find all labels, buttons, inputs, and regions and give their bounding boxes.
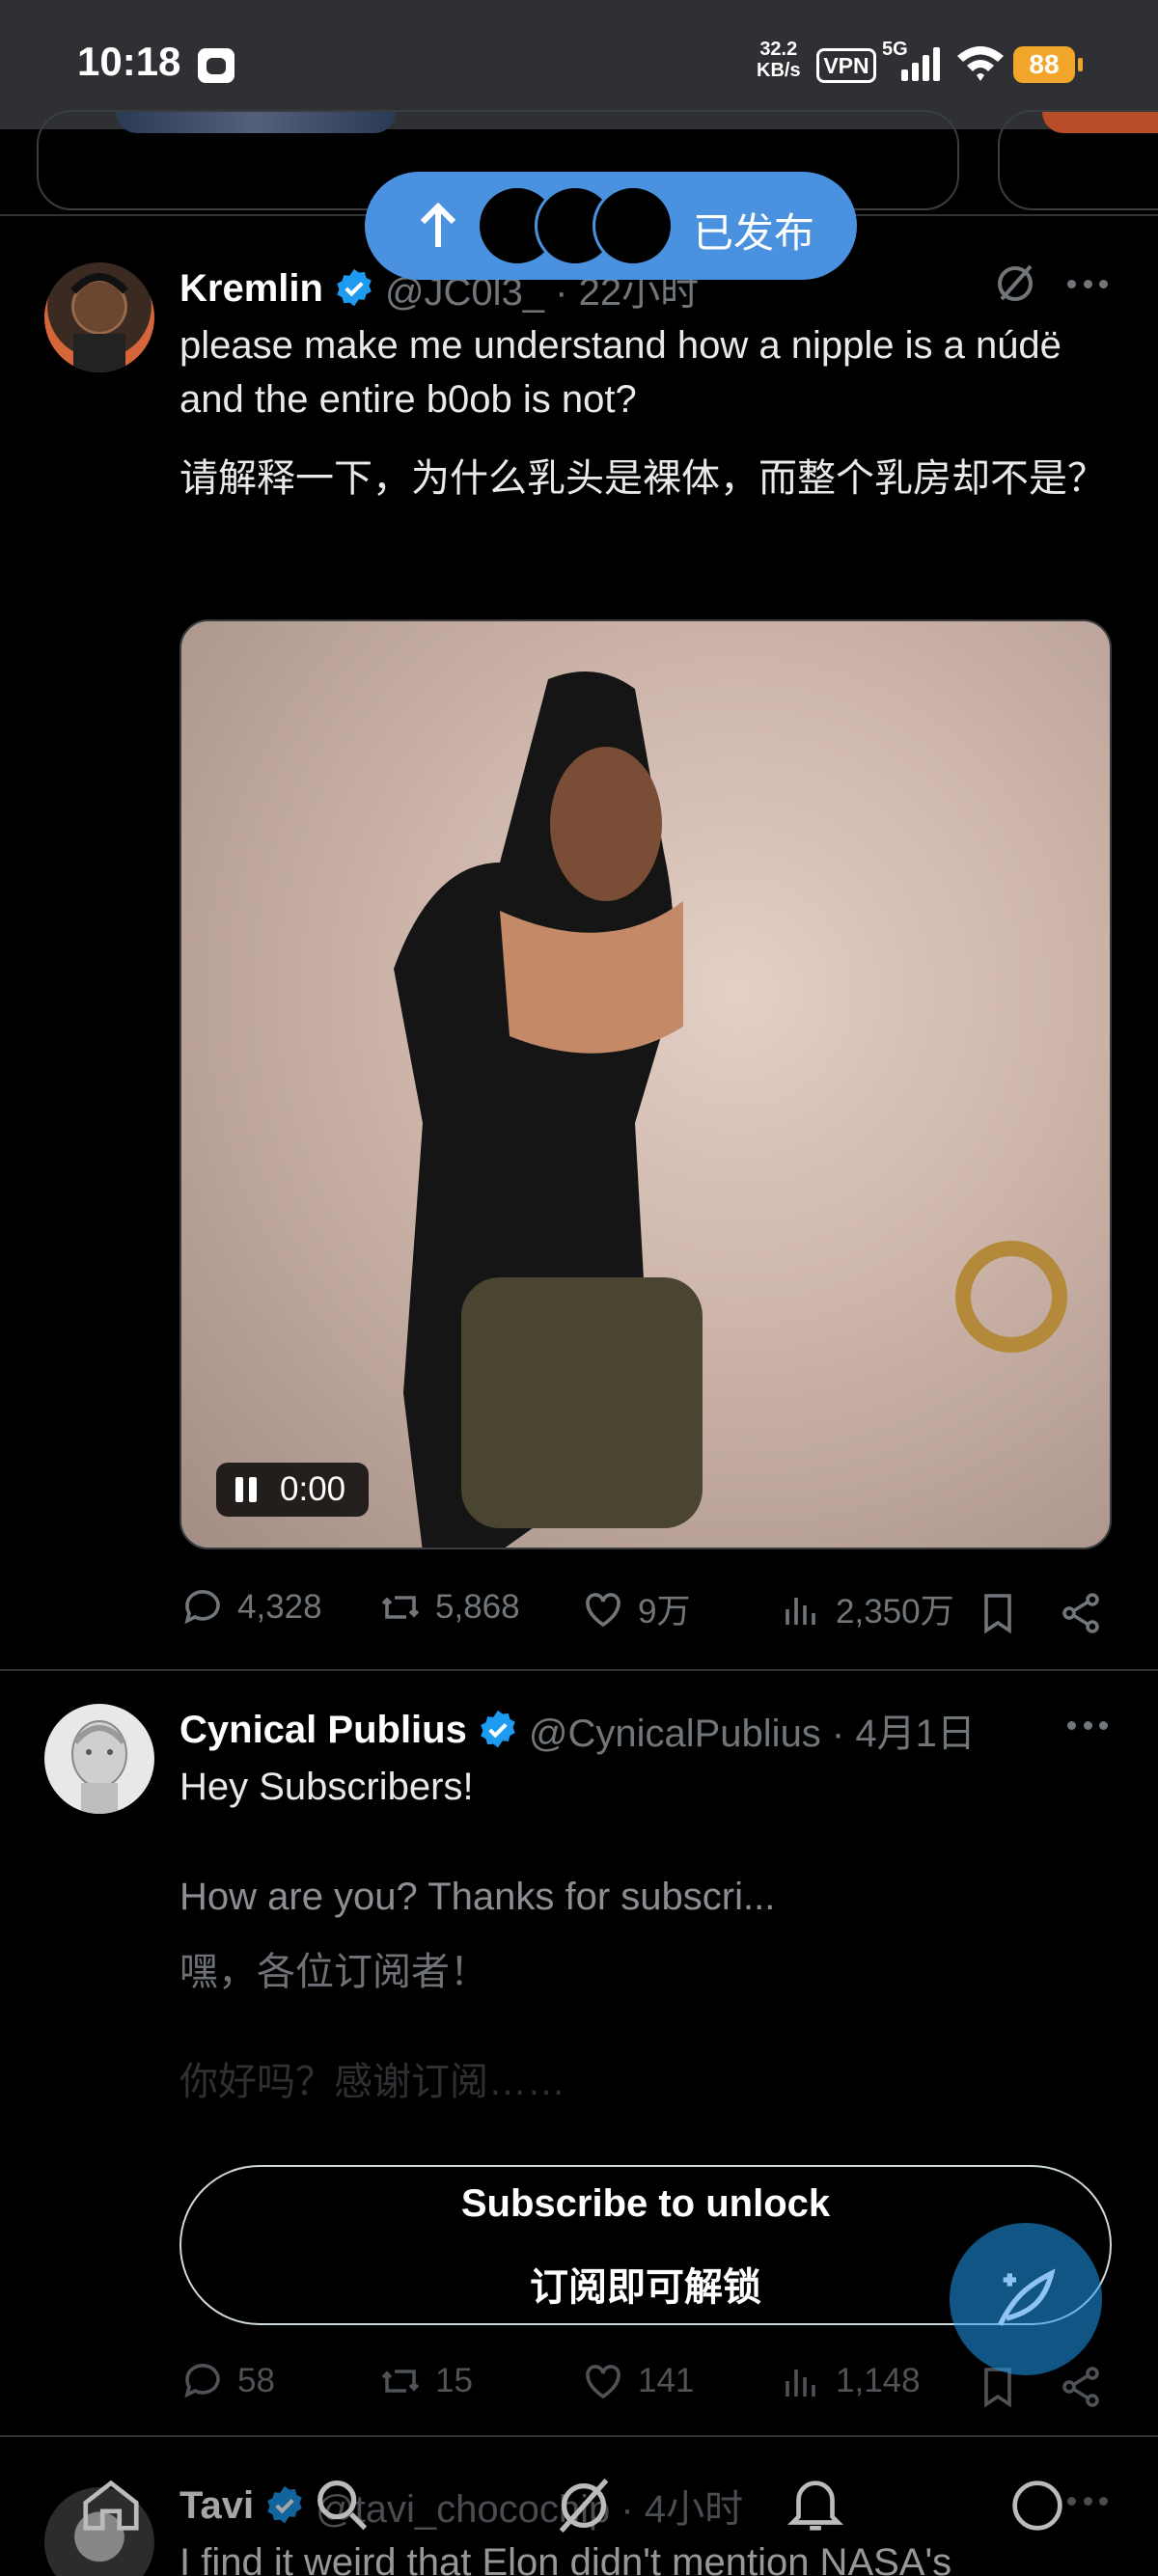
more-options-icon[interactable] [1067,1706,1108,1744]
home-icon[interactable] [77,2472,145,2539]
tweet-header: Cynical Publius @CynicalPublius · 4月1日 [179,1702,976,1758]
network-speed-value: 32.2 [759,39,798,60]
handle-and-time[interactable]: @CynicalPublius · 4月1日 [529,1702,976,1758]
divider [0,1669,1158,1671]
arrow-up-icon[interactable] [415,199,461,253]
avatar[interactable] [44,262,154,372]
search-icon[interactable] [309,2472,376,2539]
tweet-text-line-1: Hey Subscribers! [179,1766,474,1808]
repost-count: 15 [435,2362,473,2399]
bottom-navigation [0,2451,1158,2576]
toast-label: 已发布 [693,210,815,256]
tweet-translation-line-2: 你好吗？感谢订阅…… [179,2061,565,2103]
network-speed-unit: KB/s [757,60,801,81]
views-button[interactable]: 1,148 [778,2358,921,2404]
pause-icon[interactable] [234,1477,259,1502]
divider [0,2435,1158,2437]
notification-app-icon [198,48,234,83]
repost-icon [381,1596,420,1619]
tweet-translation: 请解释一下，为什么乳头是裸体，而整个乳房却不是？ [179,457,1106,500]
status-time: 10:18 [77,39,181,84]
repost-count: 5,868 [435,1588,520,1626]
video-timestamp[interactable]: 0:00 [216,1463,369,1517]
grok-icon[interactable] [550,2472,618,2539]
like-button[interactable]: 9万 [580,1584,690,1633]
video-time: 0:00 [280,1470,346,1508]
more-options-icon[interactable] [1067,264,1108,303]
grok-icon[interactable] [992,260,1038,307]
reply-button[interactable]: 58 [179,2358,275,2404]
display-name[interactable]: Kremlin [179,267,323,311]
subscribe-label: Subscribe to unlock [460,2182,831,2225]
toast-avatar [593,185,674,266]
heart-icon [586,1592,620,1627]
notifications-icon[interactable] [782,2472,849,2539]
view-count: 2,350万 [836,1593,954,1631]
reply-button[interactable]: 4,328 [179,1584,322,1631]
vpn-badge: VPN [816,48,876,83]
previous-media-card-2[interactable] [998,110,1158,210]
verified-badge-icon [337,268,372,307]
views-button[interactable]: 2,350万 [778,1584,954,1633]
tweet-video[interactable]: 0:00 [179,619,1112,1549]
verified-badge-icon [481,1710,515,1748]
battery-indicator: 88 [1013,46,1083,83]
messages-icon[interactable] [1004,2472,1071,2539]
repost-icon [381,2370,420,2393]
posted-toast[interactable]: 已发布 [365,172,857,280]
like-count: 9万 [638,1593,691,1631]
bookmark-icon[interactable] [975,1590,1021,1636]
views-icon [786,2370,815,2397]
avatar[interactable] [44,1704,154,1814]
tweet-actions: 58 15 141 1,148 [179,2358,1106,2416]
reply-count: 58 [237,2362,275,2399]
share-icon[interactable] [1058,2364,1104,2410]
reply-count: 4,328 [237,1588,322,1626]
repost-button[interactable]: 5,868 [377,1584,520,1631]
heart-icon [586,2365,620,2399]
view-count: 1,148 [836,2362,921,2399]
tweet-text-line-2: How are you? Thanks for subscri... [179,1876,776,1918]
views-icon [786,1597,815,1625]
like-button[interactable]: 141 [580,2358,694,2404]
wifi-icon [957,46,1004,81]
reply-icon [184,1590,220,1625]
share-icon[interactable] [1058,1590,1104,1636]
compose-button[interactable] [950,2223,1102,2375]
like-count: 141 [638,2362,695,2399]
tweet-translation-line-1: 嘿，各位订阅者！ [179,1951,488,1993]
tweet-text: please make me understand how a nipple i… [179,324,1062,421]
display-name[interactable]: Cynical Publius [179,1709,467,1752]
tweet-actions: 4,328 5,868 9万 2,350万 [179,1584,1106,1642]
signal-icon [901,47,940,81]
tweet-kremlin[interactable]: Kremlin @JC0l3_ · 22小时 please make me un… [0,251,1158,1669]
reply-icon [184,2364,220,2398]
repost-button[interactable]: 15 [377,2358,473,2404]
compose-feather-icon [997,2268,1056,2326]
video-frame [394,671,1067,1548]
network-speed: 32.2 KB/s [757,39,801,81]
